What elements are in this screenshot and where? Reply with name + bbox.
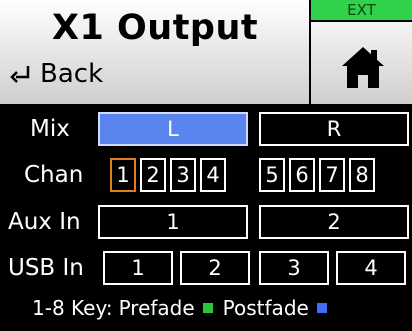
- usb-in-label: USB In: [8, 255, 84, 281]
- header: X1 Output Back EXT: [0, 0, 412, 104]
- postfade-label: Postfade: [222, 296, 309, 320]
- back-button[interactable]: Back: [10, 58, 103, 90]
- chan-3-button[interactable]: 3: [170, 158, 196, 192]
- prefade-swatch: [202, 303, 213, 313]
- postfade-swatch: [316, 303, 327, 313]
- ext-badge: EXT: [311, 0, 412, 22]
- home-icon: [342, 47, 384, 88]
- page-title: X1 Output: [52, 8, 259, 48]
- chan-7-button[interactable]: 7: [319, 158, 345, 192]
- mix-label: Mix: [30, 116, 70, 142]
- chan-label: Chan: [24, 162, 84, 188]
- key-label: 1-8 Key:: [32, 296, 113, 320]
- home-button[interactable]: EXT: [309, 0, 412, 104]
- usb-in-4-button[interactable]: 4: [336, 251, 406, 285]
- mix-r-button[interactable]: R: [259, 112, 409, 146]
- chan-2-button[interactable]: 2: [140, 158, 166, 192]
- fade-key-legend: 1-8 Key: Prefade Postfade: [32, 296, 337, 320]
- mix-l-button[interactable]: L: [98, 112, 248, 146]
- usb-in-1-button[interactable]: 1: [103, 251, 173, 285]
- aux-in-2-button[interactable]: 2: [259, 205, 409, 239]
- chan-4-button[interactable]: 4: [200, 158, 226, 192]
- chan-6-button[interactable]: 6: [289, 158, 315, 192]
- back-arrow-icon: [10, 66, 30, 83]
- usb-in-2-button[interactable]: 2: [180, 251, 250, 285]
- chan-5-button[interactable]: 5: [259, 158, 285, 192]
- aux-in-1-button[interactable]: 1: [98, 205, 248, 239]
- back-label: Back: [40, 59, 104, 89]
- x1-output-screen: X1 Output Back EXT Mix L R Chan 1 2 3 4 …: [0, 0, 412, 331]
- prefade-label: Prefade: [118, 296, 195, 320]
- chan-8-button[interactable]: 8: [349, 158, 375, 192]
- aux-in-label: Aux In: [8, 209, 81, 235]
- usb-in-3-button[interactable]: 3: [259, 251, 329, 285]
- chan-1-button[interactable]: 1: [110, 158, 136, 192]
